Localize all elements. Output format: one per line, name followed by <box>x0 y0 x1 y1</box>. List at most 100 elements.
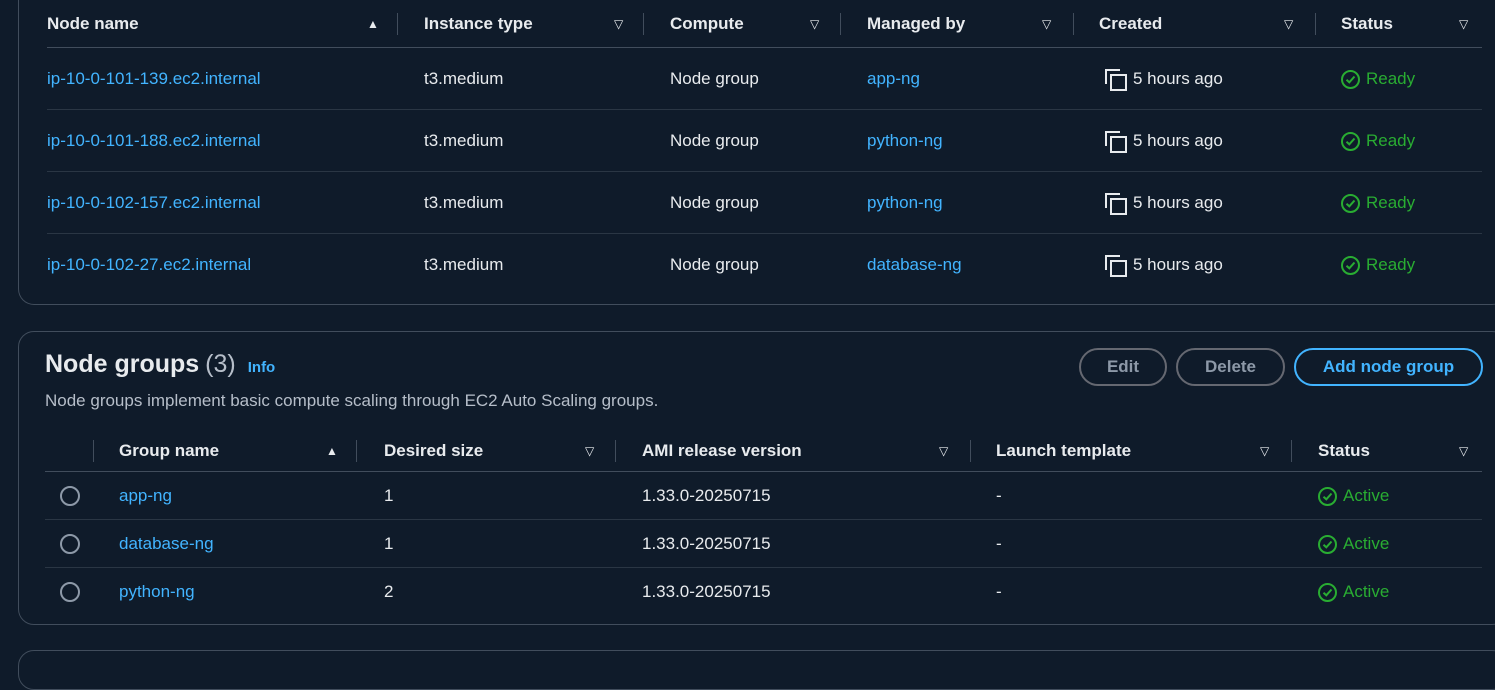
node-name-link[interactable]: ip-10-0-101-139.ec2.internal <box>47 48 261 110</box>
check-circle-icon <box>1318 486 1337 506</box>
status-text: Ready <box>1366 255 1416 274</box>
info-link[interactable]: Info <box>248 359 276 376</box>
column-header-launch-template[interactable]: Launch template ▽ <box>996 430 1292 472</box>
column-header-group-name[interactable]: Group name ▲ <box>119 430 357 472</box>
column-header-ami-release-version[interactable]: AMI release version ▽ <box>642 430 971 472</box>
node-name-link[interactable]: ip-10-0-101-188.ec2.internal <box>47 110 261 172</box>
created-time: 5 hours ago <box>1133 255 1223 274</box>
compute-type: Node group <box>670 193 759 212</box>
created-time: 5 hours ago <box>1133 131 1223 150</box>
row-select-radio[interactable] <box>60 534 80 554</box>
sort-icon[interactable]: ▽ <box>939 444 948 458</box>
status-badge: Active <box>1318 568 1389 616</box>
sort-icon[interactable]: ▽ <box>1042 17 1051 31</box>
column-label: Compute <box>670 14 744 33</box>
instance-type: t3.medium <box>424 255 504 274</box>
status-text: Ready <box>1366 131 1416 150</box>
created-cell: 5 hours ago <box>1105 234 1223 296</box>
edit-button[interactable]: Edit <box>1079 348 1167 386</box>
table-row: python-ng 2 1.33.0-20250715 - Active <box>45 568 1482 616</box>
add-node-group-button[interactable]: Add node group <box>1294 348 1483 386</box>
item-count: (3) <box>205 350 236 378</box>
column-label: Managed by <box>867 14 966 33</box>
sort-ascending-icon[interactable]: ▲ <box>367 17 379 31</box>
table-row: database-ng 1 1.33.0-20250715 - Active <box>45 520 1482 568</box>
column-divider[interactable] <box>615 440 616 462</box>
compute-type: Node group <box>670 69 759 88</box>
column-header-instance-type[interactable]: Instance type ▽ <box>424 0 644 48</box>
node-groups-table: Group name ▲ Desired size ▽ AMI release … <box>45 430 1482 616</box>
managed-by-link[interactable]: app-ng <box>867 48 920 110</box>
check-circle-icon <box>1341 131 1360 151</box>
copy-icon[interactable] <box>1105 193 1127 215</box>
ami-release-version: 1.33.0-20250715 <box>642 534 771 553</box>
managed-by-link[interactable]: database-ng <box>867 234 962 296</box>
compute-type: Node group <box>670 131 759 150</box>
sort-icon[interactable]: ▽ <box>1459 444 1468 458</box>
group-name-link[interactable]: app-ng <box>119 472 172 520</box>
node-name-link[interactable]: ip-10-0-102-27.ec2.internal <box>47 234 251 296</box>
sort-icon[interactable]: ▽ <box>1284 17 1293 31</box>
row-select-radio-cell <box>60 472 80 520</box>
created-cell: 5 hours ago <box>1105 110 1223 172</box>
status-badge: Ready <box>1341 48 1415 110</box>
column-label: Launch template <box>996 441 1132 460</box>
nodes-table: Node name ▲ Instance type ▽ Compute ▽ Ma… <box>47 0 1482 296</box>
column-label: Created <box>1099 14 1163 33</box>
group-name-link[interactable]: python-ng <box>119 568 195 616</box>
sort-icon[interactable]: ▽ <box>1260 444 1269 458</box>
node-groups-table-header: Group name ▲ Desired size ▽ AMI release … <box>45 430 1482 472</box>
copy-icon[interactable] <box>1105 255 1127 277</box>
status-text: Ready <box>1366 69 1416 88</box>
ami-release-version: 1.33.0-20250715 <box>642 582 771 601</box>
table-row: ip-10-0-101-139.ec2.internal t3.medium N… <box>47 48 1482 110</box>
status-badge: Active <box>1318 520 1389 568</box>
column-header-status[interactable]: Status ▽ <box>1318 430 1478 472</box>
desired-size: 1 <box>384 534 394 553</box>
sort-icon[interactable]: ▽ <box>810 17 819 31</box>
column-header-managed-by[interactable]: Managed by ▽ <box>867 0 1074 48</box>
column-divider[interactable] <box>1291 440 1292 462</box>
column-divider[interactable] <box>840 13 841 35</box>
column-header-node-name[interactable]: Node name ▲ <box>47 0 398 48</box>
column-divider[interactable] <box>1073 13 1074 35</box>
column-divider[interactable] <box>970 440 971 462</box>
column-divider[interactable] <box>397 13 398 35</box>
managed-by-link[interactable]: python-ng <box>867 172 943 234</box>
node-name-link[interactable]: ip-10-0-102-157.ec2.internal <box>47 172 261 234</box>
column-divider[interactable] <box>643 13 644 35</box>
status-badge: Ready <box>1341 110 1415 172</box>
copy-icon[interactable] <box>1105 69 1127 91</box>
sort-icon[interactable]: ▽ <box>585 444 594 458</box>
nodes-table-header: Node name ▲ Instance type ▽ Compute ▽ Ma… <box>47 0 1482 48</box>
row-select-radio[interactable] <box>60 582 80 602</box>
column-header-compute[interactable]: Compute ▽ <box>670 0 841 48</box>
instance-type: t3.medium <box>424 193 504 212</box>
column-header-desired-size[interactable]: Desired size ▽ <box>384 430 616 472</box>
row-select-radio[interactable] <box>60 486 80 506</box>
column-divider[interactable] <box>356 440 357 462</box>
created-cell: 5 hours ago <box>1105 172 1223 234</box>
copy-icon[interactable] <box>1105 131 1127 153</box>
column-header-created[interactable]: Created ▽ <box>1099 0 1316 48</box>
column-divider[interactable] <box>1315 13 1316 35</box>
delete-button[interactable]: Delete <box>1176 348 1285 386</box>
table-row: ip-10-0-102-27.ec2.internal t3.medium No… <box>47 234 1482 296</box>
instance-type: t3.medium <box>424 131 504 150</box>
sort-ascending-icon[interactable]: ▲ <box>326 444 338 458</box>
status-text: Active <box>1343 534 1390 553</box>
column-label: AMI release version <box>642 441 802 460</box>
status-badge: Ready <box>1341 172 1415 234</box>
check-circle-icon <box>1341 69 1360 89</box>
row-select-radio-cell <box>60 568 80 616</box>
column-header-status[interactable]: Status ▽ <box>1341 0 1481 48</box>
desired-size: 2 <box>384 582 394 601</box>
managed-by-link[interactable]: python-ng <box>867 110 943 172</box>
next-panel <box>18 650 1495 690</box>
sort-icon[interactable]: ▽ <box>614 17 623 31</box>
column-divider[interactable] <box>93 440 94 462</box>
row-select-radio-cell <box>60 520 80 568</box>
desired-size: 1 <box>384 486 394 505</box>
group-name-link[interactable]: database-ng <box>119 520 214 568</box>
sort-icon[interactable]: ▽ <box>1459 17 1468 31</box>
